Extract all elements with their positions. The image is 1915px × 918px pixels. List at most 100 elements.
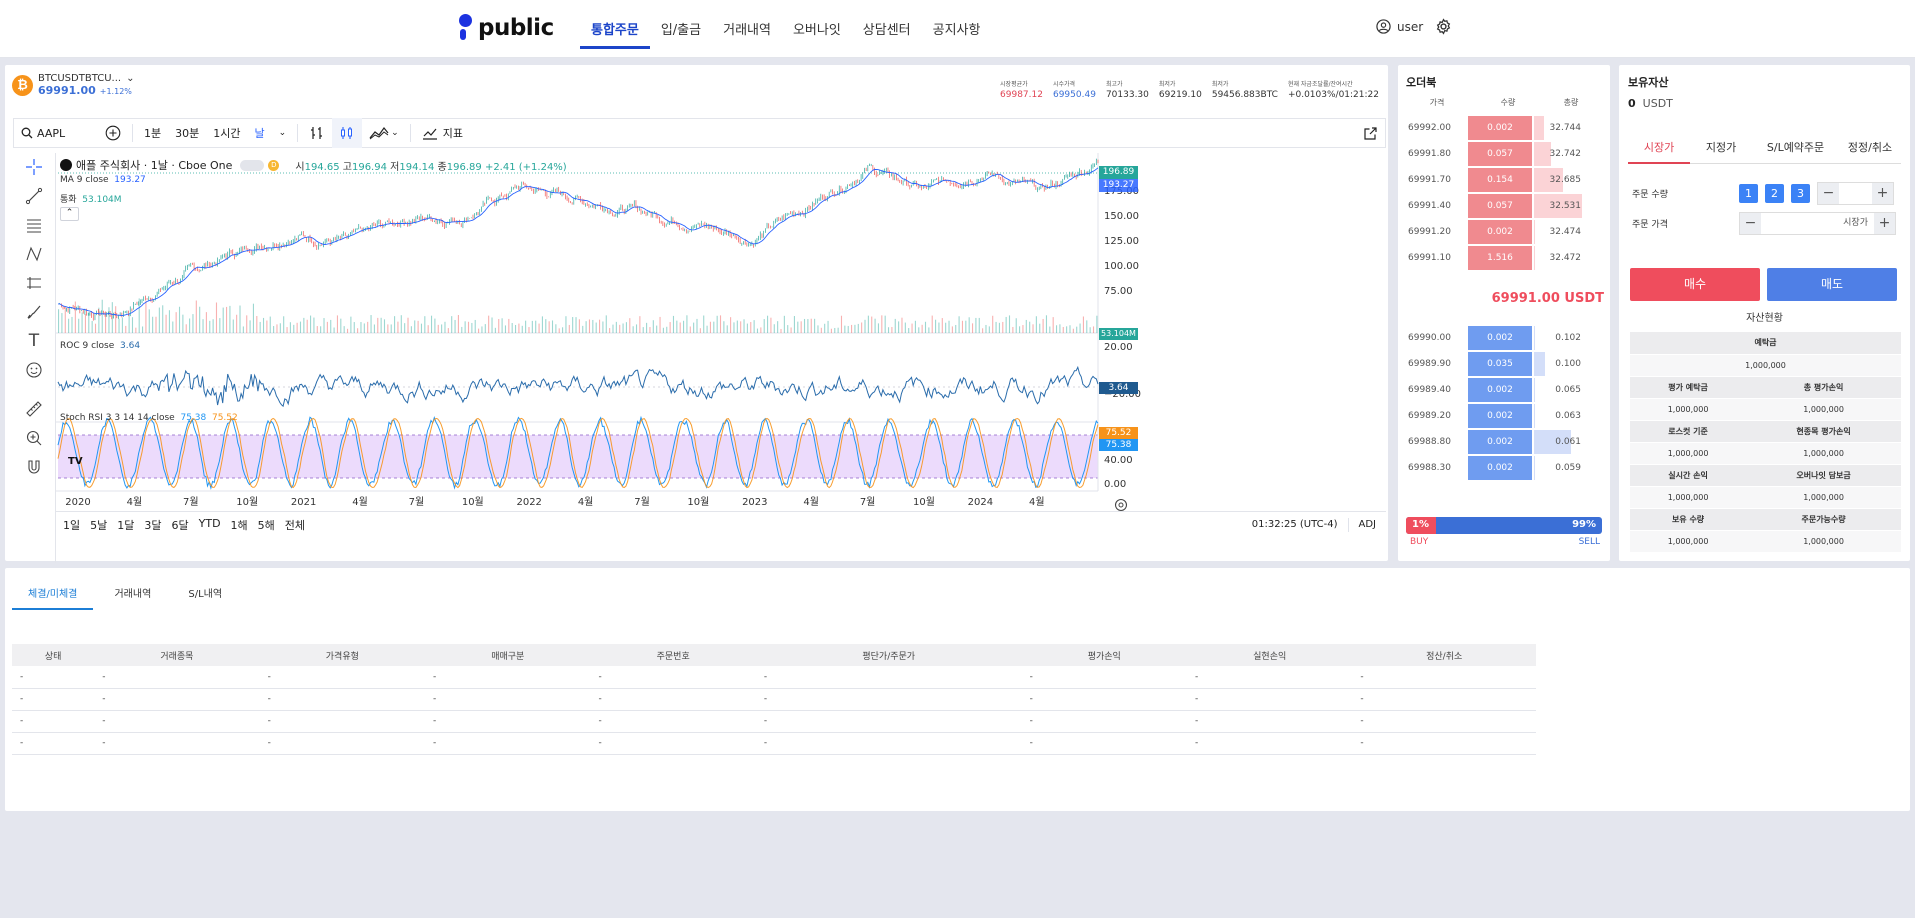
sell-button[interactable]: 매도 bbox=[1767, 268, 1897, 301]
tab-fills[interactable]: 체결/미체결 bbox=[12, 585, 94, 610]
bid-row[interactable]: 69988.80 0.002 0.061 bbox=[1398, 429, 1610, 455]
volume-bar bbox=[945, 322, 947, 333]
ask-row[interactable]: 69991.20 0.002 32.474 bbox=[1398, 219, 1610, 245]
symbol-search[interactable]: AAPL bbox=[14, 118, 98, 148]
qty-preset-3[interactable]: 3 bbox=[1791, 184, 1810, 203]
volume-bar bbox=[871, 316, 873, 333]
trend-line-icon[interactable] bbox=[21, 185, 47, 207]
nav-link-support[interactable]: 상담센터 bbox=[852, 17, 922, 49]
qty-plus-button[interactable]: + bbox=[1872, 183, 1893, 204]
range-button[interactable]: 전체 bbox=[280, 517, 310, 533]
range-button[interactable]: YTD bbox=[194, 517, 226, 533]
interval-1m[interactable]: 1분 bbox=[137, 118, 168, 148]
ruler-icon[interactable] bbox=[21, 398, 47, 420]
qty-input[interactable] bbox=[1839, 183, 1872, 204]
time-tick: 2023 bbox=[742, 497, 767, 508]
qty-preset-2[interactable]: 2 bbox=[1765, 184, 1784, 203]
settings-gear-icon[interactable] bbox=[1435, 18, 1452, 35]
price-minus-button[interactable]: − bbox=[1740, 213, 1761, 234]
pattern-icon[interactable] bbox=[21, 243, 47, 265]
tab-limit[interactable]: 지정가 bbox=[1690, 131, 1753, 164]
price-plus-button[interactable]: + bbox=[1874, 213, 1895, 234]
ticker-header[interactable]: ₿ BTCUSDTBTCU... ⌄ 69991.00 +1.12% bbox=[12, 73, 134, 97]
range-button[interactable]: 1달 bbox=[112, 517, 139, 533]
chevron-down-icon[interactable]: ⌄ bbox=[126, 73, 134, 84]
assets-title: 보유자산 bbox=[1628, 76, 1669, 89]
ask-row[interactable]: 69992.00 0.002 32.744 bbox=[1398, 115, 1610, 141]
range-button[interactable]: 6달 bbox=[167, 517, 194, 533]
volume-bar bbox=[891, 326, 893, 333]
brush-icon[interactable] bbox=[21, 301, 47, 323]
orders-row[interactable]: --------- bbox=[12, 666, 1536, 689]
qty-preset-1[interactable]: 1 bbox=[1739, 184, 1758, 203]
bid-row[interactable]: 69990.00 0.002 0.102 bbox=[1398, 325, 1610, 351]
interval-day[interactable]: 날 bbox=[248, 118, 272, 148]
ticker-stat-label: 시장평균가 bbox=[1000, 81, 1028, 88]
fib-lines-icon[interactable] bbox=[21, 214, 47, 236]
price-input[interactable]: 시장가 bbox=[1761, 213, 1874, 234]
chart-area[interactable]: 175.00150.00125.00100.0075.0020.00−20.00… bbox=[55, 153, 1387, 563]
zoom-in-icon[interactable] bbox=[21, 427, 47, 449]
interval-30m[interactable]: 30분 bbox=[168, 118, 206, 148]
candle-style-button[interactable] bbox=[332, 118, 363, 148]
qty-minus-button[interactable]: − bbox=[1818, 183, 1839, 204]
logo[interactable]: public bbox=[459, 14, 554, 42]
tab-market[interactable]: 시장가 bbox=[1628, 131, 1691, 164]
volume-bar bbox=[383, 319, 386, 333]
price-chart[interactable]: 175.00150.00125.00100.0075.0020.00−20.00… bbox=[56, 153, 1386, 563]
tab-sl-reserve[interactable]: S/L예약주문 bbox=[1752, 131, 1839, 164]
tab-sl-history[interactable]: S/L내역 bbox=[172, 585, 238, 608]
emoji-icon[interactable] bbox=[21, 359, 47, 381]
orders-row[interactable]: --------- bbox=[12, 710, 1536, 733]
balance-display: 0 USDT bbox=[1628, 97, 1673, 110]
collapse-legend-button[interactable]: ⌃ bbox=[60, 207, 79, 221]
volume-bar bbox=[390, 324, 392, 333]
orders-row[interactable]: --------- bbox=[12, 732, 1536, 755]
range-button[interactable]: 1일 bbox=[58, 517, 85, 533]
ask-row[interactable]: 69991.40 0.057 32.531 bbox=[1398, 193, 1610, 219]
eye-toggle[interactable] bbox=[240, 159, 265, 171]
bid-row[interactable]: 69989.90 0.035 0.100 bbox=[1398, 351, 1610, 377]
indicators-button[interactable]: 지표 bbox=[415, 118, 470, 148]
range-button[interactable]: 5날 bbox=[85, 517, 112, 533]
orders-row[interactable]: --------- bbox=[12, 688, 1536, 711]
chart-clock[interactable]: 01:32:25 (UTC-4) bbox=[1252, 519, 1348, 530]
range-button[interactable]: 5해 bbox=[253, 517, 280, 533]
bid-row[interactable]: 69989.40 0.002 0.065 bbox=[1398, 377, 1610, 403]
nav-link-overnight[interactable]: 오버나잇 bbox=[782, 17, 852, 49]
text-tool-icon[interactable]: T bbox=[21, 330, 47, 352]
bar-style-button[interactable] bbox=[302, 118, 332, 148]
buy-button[interactable]: 매수 bbox=[1630, 268, 1760, 301]
fullscreen-button[interactable] bbox=[1356, 118, 1385, 148]
volume-bar bbox=[1005, 316, 1007, 333]
tab-trades[interactable]: 거래내역 bbox=[98, 585, 167, 608]
volume-bar bbox=[172, 321, 174, 333]
chart-type-dropdown[interactable]: ⌄ bbox=[362, 118, 406, 148]
volume-bar bbox=[306, 319, 308, 333]
ask-row[interactable]: 69991.10 1.516 32.472 bbox=[1398, 245, 1610, 271]
range-button[interactable]: 1해 bbox=[226, 517, 253, 533]
prediction-icon[interactable] bbox=[21, 272, 47, 294]
nav-link-history[interactable]: 거래내역 bbox=[712, 17, 782, 49]
roc-legend: ROC 9 close 3.64 bbox=[60, 341, 141, 351]
tab-modify-cancel[interactable]: 정정/취소 bbox=[1838, 131, 1901, 164]
bid-row[interactable]: 69989.20 0.002 0.063 bbox=[1398, 403, 1610, 429]
nav-link-order[interactable]: 통합주문 bbox=[580, 17, 650, 49]
bid-row[interactable]: 69988.30 0.002 0.059 bbox=[1398, 455, 1610, 481]
crosshair-icon[interactable] bbox=[21, 156, 47, 178]
ask-row[interactable]: 69991.70 0.154 32.685 bbox=[1398, 167, 1610, 193]
nav-link-deposit[interactable]: 입/출금 bbox=[650, 17, 712, 49]
ask-row[interactable]: 69991.80 0.057 32.742 bbox=[1398, 141, 1610, 167]
nav-link-notice[interactable]: 공지사항 bbox=[922, 17, 992, 49]
magnet-icon[interactable] bbox=[21, 456, 47, 478]
orders-cell: - bbox=[425, 688, 591, 711]
compare-button[interactable] bbox=[98, 118, 128, 148]
volume-bar bbox=[995, 321, 997, 333]
interval-dropdown[interactable]: ⌄ bbox=[272, 118, 294, 148]
range-button[interactable]: 3달 bbox=[139, 517, 166, 533]
volume-bar bbox=[457, 315, 459, 333]
interval-1h[interactable]: 1시간 bbox=[206, 118, 247, 148]
adj-button[interactable]: ADJ bbox=[1349, 519, 1387, 530]
user-menu[interactable]: user bbox=[1376, 18, 1452, 35]
chart-panel: ₿ BTCUSDTBTCU... ⌄ 69991.00 +1.12% 시장평균가… bbox=[5, 65, 1388, 563]
